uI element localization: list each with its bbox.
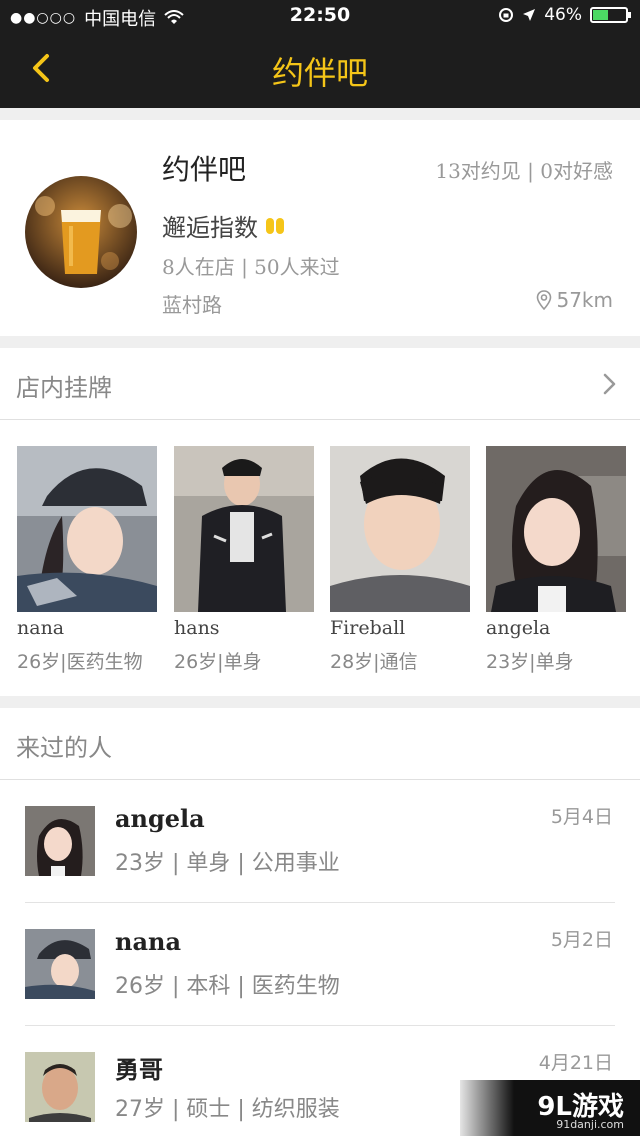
visitor-name: 勇哥: [115, 1055, 163, 1084]
visit-date: 5月2日: [550, 929, 613, 951]
profile-photo: [486, 446, 626, 612]
location-arrow-icon: [523, 9, 536, 21]
visitors-section-header: 来过的人: [0, 708, 640, 780]
visitor-info: 26岁 | 本科 | 医药生物: [115, 974, 340, 999]
battery-icon: [590, 7, 631, 23]
visitor-info: 23岁 | 单身 | 公用事业: [115, 851, 340, 876]
gallery-name: nana: [17, 617, 65, 639]
location-pin-icon: [537, 290, 552, 310]
gallery-name: hans: [174, 617, 220, 639]
list-item[interactable]: angela 23岁 | 单身 | 公用事业 5月4日: [0, 780, 640, 903]
status-bar: ●●○○○ 中国电信 22:50 46%: [0, 0, 640, 30]
shop-section-header[interactable]: 店内挂牌: [0, 348, 640, 420]
gallery-name: Fireball: [330, 617, 406, 639]
watermark-site: 91danji.com: [556, 1118, 624, 1131]
distance-value: 57km: [556, 288, 613, 312]
gallery-name: angela: [486, 617, 551, 639]
battery-percent: 46%: [544, 5, 582, 25]
index-indicator-icon: [264, 212, 284, 240]
visitor-avatar: [25, 929, 95, 999]
encounter-index: 邂逅指数: [162, 208, 284, 243]
venue-stats: 13对约见 | 0对好感: [435, 159, 613, 183]
gallery-card[interactable]: hans 26岁|单身: [174, 446, 314, 674]
profile-photo: [17, 446, 157, 612]
gallery-info: 28岁|通信: [330, 651, 418, 673]
venue-avatar: [25, 176, 137, 288]
encounter-index-label: 邂逅指数: [162, 214, 258, 242]
venue-street: 蓝村路: [162, 293, 222, 317]
visitor-avatar: [25, 806, 95, 876]
list-item[interactable]: nana 26岁 | 本科 | 医药生物 5月2日: [0, 903, 640, 1026]
visitor-avatar: [25, 1052, 95, 1122]
site-watermark: 9L游戏 91danji.com: [460, 1080, 640, 1136]
profile-photo: [330, 446, 470, 612]
chevron-right-icon[interactable]: [602, 372, 618, 396]
venue-distance: 57km: [536, 288, 613, 312]
venue-name: 约伴吧: [162, 153, 247, 186]
gallery-card[interactable]: nana 26岁|医药生物: [17, 446, 157, 674]
visitor-name: nana: [115, 927, 181, 956]
visit-date: 4月21日: [538, 1052, 613, 1074]
rotation-lock-icon: [499, 8, 514, 22]
venue-presence: 8人在店 | 50人来过: [162, 255, 340, 279]
shop-section-title: 店内挂牌: [16, 374, 112, 402]
gallery-info: 26岁|单身: [174, 651, 262, 673]
visitor-info: 27岁 | 硕士 | 纺织服装: [115, 1097, 340, 1122]
navigation-bar: 约伴吧: [0, 30, 640, 108]
visitor-name: angela: [115, 804, 205, 833]
gallery-info: 26岁|医药生物: [17, 651, 143, 673]
visit-date: 5月4日: [550, 806, 613, 828]
venue-card[interactable]: 约伴吧 13对约见 | 0对好感 邂逅指数 8人在店 | 50人来过 蓝村路 5…: [0, 120, 640, 336]
gallery-card[interactable]: Fireball 28岁|通信: [330, 446, 470, 674]
visitors-section-title: 来过的人: [16, 734, 112, 762]
gallery-card[interactable]: angela 23岁|单身: [486, 446, 626, 674]
gallery-info: 23岁|单身: [486, 651, 574, 673]
page-title: 约伴吧: [271, 54, 368, 92]
profile-photo: [174, 446, 314, 612]
shop-gallery: nana 26岁|医药生物 hans 26岁|单身 Fireball 28岁|通…: [0, 420, 640, 696]
